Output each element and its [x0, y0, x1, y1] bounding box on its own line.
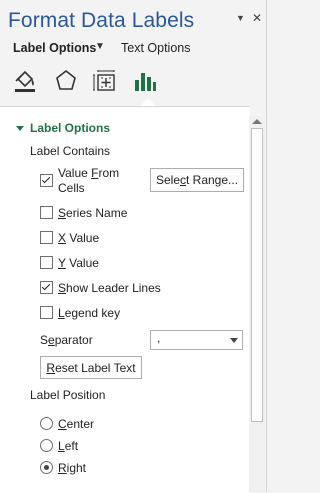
chevron-down-icon [230, 338, 238, 343]
legend-key-checkbox[interactable] [40, 306, 53, 319]
scroll-thumb[interactable] [251, 128, 263, 422]
value-from-cells-checkbox[interactable] [40, 174, 53, 187]
show-leader-lines-label[interactable]: Show Leader Lines [58, 281, 161, 295]
series-name-checkbox[interactable] [40, 206, 53, 219]
legend-key-label[interactable]: Legend key [58, 306, 120, 320]
value-from-cells-label[interactable]: Value From Cells [58, 166, 119, 196]
position-right-radio[interactable] [40, 461, 53, 474]
select-range-button[interactable]: Select Range... [150, 168, 244, 192]
tab-text-options[interactable]: Text Options [121, 41, 190, 55]
close-icon[interactable]: ✕ [252, 11, 262, 25]
active-tab-indicator [140, 98, 156, 106]
position-right-label[interactable]: Right [58, 461, 86, 475]
series-name-label[interactable]: Series Name [58, 206, 127, 220]
scroll-up-arrow-icon[interactable] [252, 119, 262, 124]
position-center-label[interactable]: Center [58, 417, 94, 431]
vertical-scrollbar[interactable] [249, 116, 265, 492]
value-from-cells-text-line2: Cells [58, 181, 85, 195]
collapse-triangle-icon[interactable] [16, 126, 24, 131]
y-value-checkbox[interactable] [40, 256, 53, 269]
separator-value: , [157, 331, 161, 345]
label-options-icon[interactable] [132, 68, 158, 94]
separator-dropdown[interactable]: , [150, 330, 243, 350]
reset-label-text-button[interactable]: Reset Label Text [40, 356, 142, 379]
section-label-options[interactable]: Label Options [16, 121, 110, 135]
separator-label: Separator [40, 333, 93, 347]
chevron-down-icon[interactable]: ▼ [95, 41, 105, 52]
section-title: Label Options [30, 121, 111, 135]
category-icon-bar [0, 62, 267, 108]
value-from-cells-text-line1: Value From [58, 166, 120, 180]
position-left-label[interactable]: Left [58, 439, 78, 453]
label-position-header: Label Position [30, 388, 106, 402]
effects-icon[interactable] [53, 68, 79, 94]
show-leader-lines-checkbox[interactable] [40, 281, 53, 294]
pane-menu-icon[interactable]: ▼ [236, 13, 245, 23]
size-properties-icon[interactable] [93, 68, 119, 94]
pane-title: Format Data Labels [8, 9, 195, 32]
y-value-label[interactable]: Y Value [58, 256, 99, 270]
x-value-checkbox[interactable] [40, 231, 53, 244]
position-center-radio[interactable] [40, 417, 53, 430]
x-value-label[interactable]: X Value [58, 231, 99, 245]
format-data-labels-pane: Format Data Labels ▼ ✕ Label Options ▼ T… [0, 0, 267, 493]
tab-label-options[interactable]: Label Options [13, 41, 96, 55]
label-contains-header: Label Contains [30, 144, 111, 158]
fill-line-icon[interactable] [13, 68, 39, 94]
label-options-panel: Label Options Label Contains Value From … [0, 106, 250, 493]
position-left-radio[interactable] [40, 439, 53, 452]
